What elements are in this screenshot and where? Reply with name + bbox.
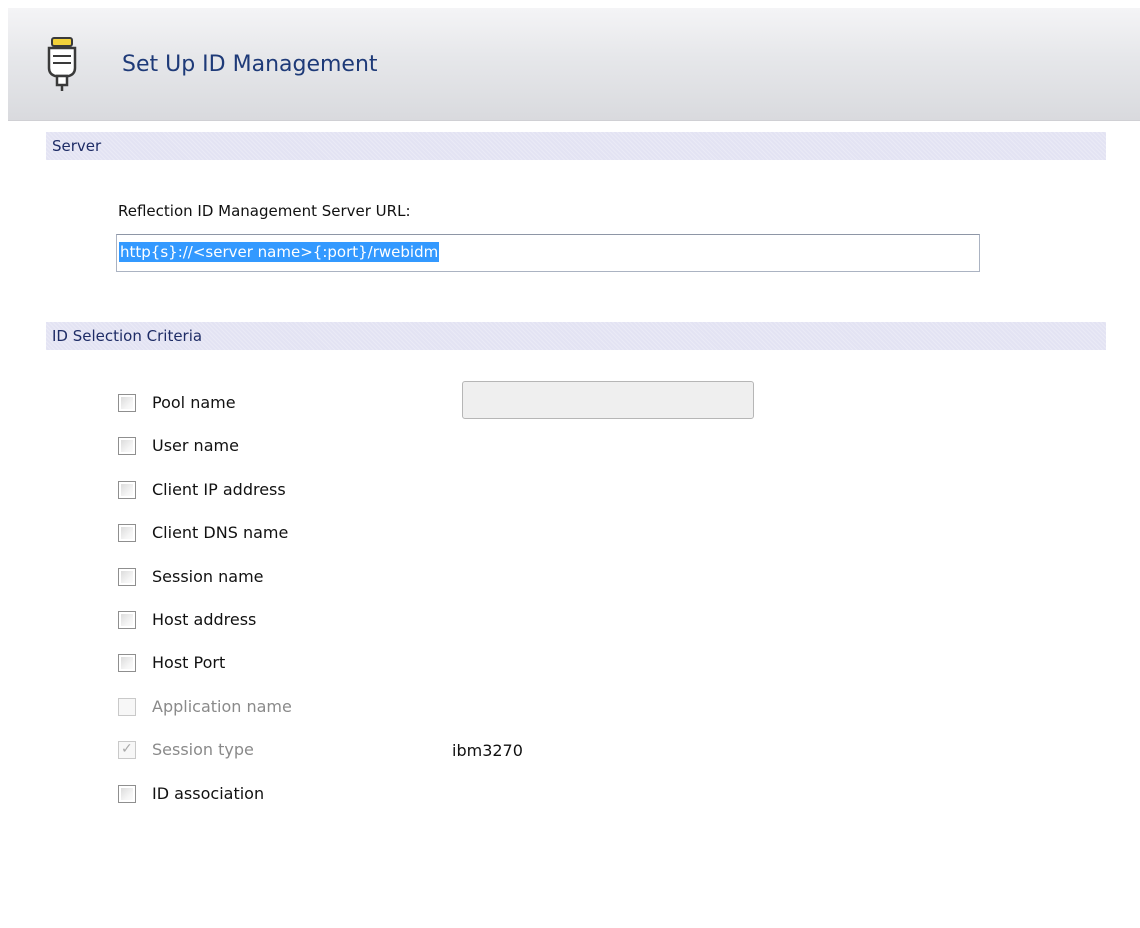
server-url-value: http{s}://<server name>{:port}/rwebidm <box>119 242 440 262</box>
id-association-checkbox[interactable] <box>118 785 136 803</box>
host-port-label: Host Port <box>152 653 226 672</box>
criteria-section-header: ID Selection Criteria <box>46 322 1106 350</box>
criteria-section-title: ID Selection Criteria <box>52 327 203 345</box>
checkmark-icon: ✓ <box>121 741 133 757</box>
client-dns-name-label: Client DNS name <box>152 523 289 542</box>
session-name-label: Session name <box>152 567 264 586</box>
client-ip-address-label: Client IP address <box>152 480 286 499</box>
id-association-label: ID association <box>152 784 265 803</box>
host-port-checkbox[interactable] <box>118 654 136 672</box>
user-name-checkbox[interactable] <box>118 437 136 455</box>
host-address-checkbox[interactable] <box>118 611 136 629</box>
session-type-value: ibm3270 <box>452 741 523 760</box>
server-section-title: Server <box>52 137 102 155</box>
server-url-input[interactable]: http{s}://<server name>{:port}/rwebidm <box>116 234 980 272</box>
host-address-label: Host address <box>152 610 257 629</box>
session-name-checkbox[interactable] <box>118 568 136 586</box>
user-name-label: User name <box>152 436 239 455</box>
pool-name-checkbox[interactable] <box>118 394 136 412</box>
client-ip-address-checkbox[interactable] <box>118 481 136 499</box>
pool-name-input[interactable] <box>462 381 754 419</box>
server-section-header: Server <box>46 132 1106 160</box>
server-url-label: Reflection ID Management Server URL: <box>118 202 411 220</box>
page-header: Set Up ID Management <box>8 8 1140 121</box>
application-name-checkbox <box>118 698 136 716</box>
pool-name-label: Pool name <box>152 393 236 412</box>
client-dns-name-checkbox[interactable] <box>118 524 136 542</box>
session-type-checkbox: ✓ <box>118 741 136 759</box>
page-title: Set Up ID Management <box>122 52 378 77</box>
session-type-label: Session type <box>152 740 254 759</box>
application-name-label: Application name <box>152 697 292 716</box>
connector-plug-icon <box>47 37 77 91</box>
